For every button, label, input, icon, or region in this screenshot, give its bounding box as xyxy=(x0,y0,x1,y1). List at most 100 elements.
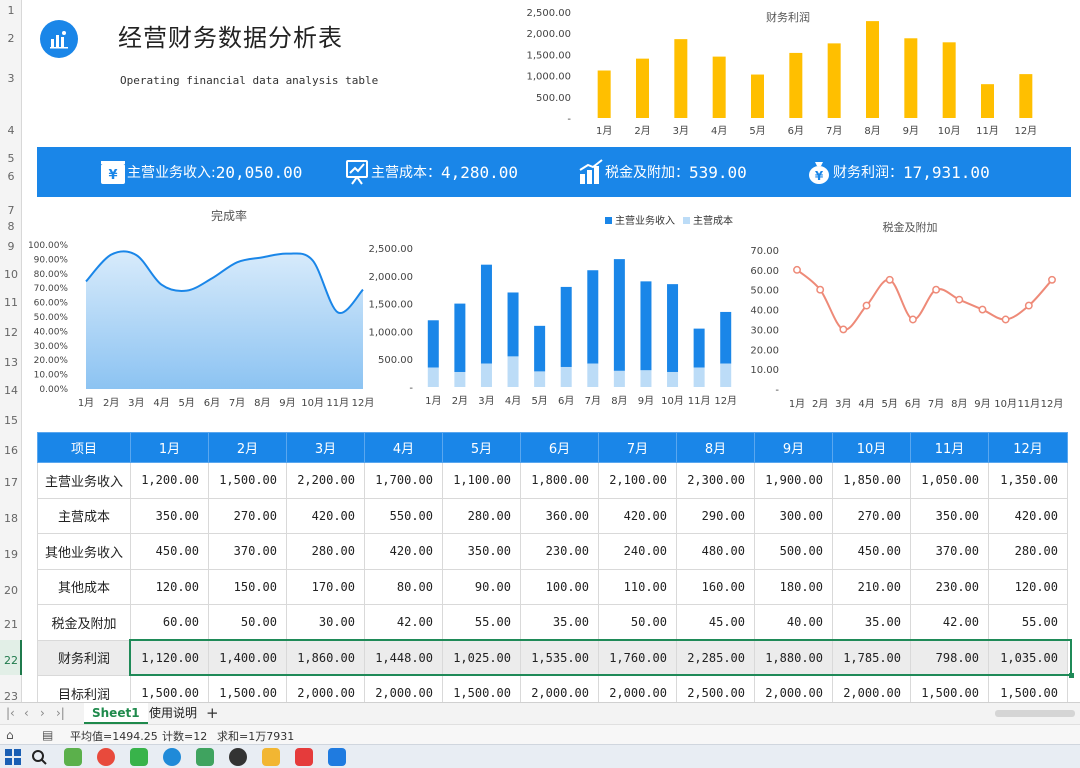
value-cell[interactable]: 110.00 xyxy=(598,568,677,605)
windows-start-icon[interactable] xyxy=(4,748,22,766)
row-number[interactable]: 10 xyxy=(0,268,22,281)
row-number[interactable]: 19 xyxy=(0,548,22,561)
value-cell[interactable]: 1,500.00 xyxy=(208,462,287,499)
app-icon-5[interactable] xyxy=(196,748,214,766)
horizontal-scrollbar[interactable] xyxy=(995,710,1075,717)
edge-icon[interactable] xyxy=(163,748,181,766)
sheet-tab-instructions[interactable]: 使用说明 xyxy=(141,703,205,724)
value-cell[interactable]: 2,100.00 xyxy=(598,462,677,499)
column-header-month[interactable]: 4月 xyxy=(364,432,443,463)
row-number[interactable]: 4 xyxy=(0,124,22,137)
value-cell[interactable]: 100.00 xyxy=(520,568,599,605)
value-cell[interactable]: 180.00 xyxy=(754,568,833,605)
column-header-month[interactable]: 11月 xyxy=(910,432,989,463)
value-cell[interactable]: 350.00 xyxy=(130,497,209,534)
row-number[interactable]: 15 xyxy=(0,414,22,427)
value-cell[interactable]: 480.00 xyxy=(676,533,755,570)
last-sheet-icon[interactable]: ›| xyxy=(56,706,65,720)
value-cell[interactable]: 1,350.00 xyxy=(988,462,1068,499)
value-cell[interactable]: 1,880.00 xyxy=(754,639,833,676)
column-header-month[interactable]: 2月 xyxy=(208,432,287,463)
value-cell[interactable]: 300.00 xyxy=(754,497,833,534)
value-cell[interactable]: 1,535.00 xyxy=(520,639,599,676)
value-cell[interactable]: 1,760.00 xyxy=(598,639,677,676)
row-number[interactable]: 2 xyxy=(0,32,22,45)
value-cell[interactable]: 1,400.00 xyxy=(208,639,287,676)
row-number[interactable]: 14 xyxy=(0,384,22,397)
value-cell[interactable]: 2,300.00 xyxy=(676,462,755,499)
value-cell[interactable]: 290.00 xyxy=(676,497,755,534)
row-number[interactable]: 17 xyxy=(0,476,22,489)
row-number[interactable]: 1 xyxy=(0,4,22,17)
row-number[interactable]: 9 xyxy=(0,240,22,253)
column-header-month[interactable]: 10月 xyxy=(832,432,911,463)
row-label-cell[interactable]: 财务利润 xyxy=(37,639,131,676)
wps-icon[interactable] xyxy=(295,748,313,766)
value-cell[interactable]: 42.00 xyxy=(364,604,443,641)
prev-sheet-icon[interactable]: ‹ xyxy=(24,706,29,720)
add-sheet-button[interactable]: + xyxy=(206,703,219,723)
row-number[interactable]: 3 xyxy=(0,72,22,85)
column-header-item[interactable]: 项目 xyxy=(37,432,131,463)
value-cell[interactable]: 35.00 xyxy=(520,604,599,641)
chrome-icon[interactable] xyxy=(97,748,115,766)
row-number[interactable]: 5 xyxy=(0,152,22,165)
column-header-month[interactable]: 7月 xyxy=(598,432,677,463)
value-cell[interactable]: 1,448.00 xyxy=(364,639,443,676)
qq-icon[interactable] xyxy=(229,748,247,766)
row-number[interactable]: 21 xyxy=(0,618,22,631)
value-cell[interactable]: 1,700.00 xyxy=(364,462,443,499)
search-icon[interactable] xyxy=(30,748,48,766)
value-cell[interactable]: 30.00 xyxy=(286,604,365,641)
value-cell[interactable]: 1,900.00 xyxy=(754,462,833,499)
row-number[interactable]: 18 xyxy=(0,512,22,525)
value-cell[interactable]: 1,850.00 xyxy=(832,462,911,499)
row-number[interactable]: 7 xyxy=(0,204,22,217)
column-header-month[interactable]: 6月 xyxy=(520,432,599,463)
first-sheet-icon[interactable]: |‹ xyxy=(6,706,15,720)
value-cell[interactable]: 1,785.00 xyxy=(832,639,911,676)
value-cell[interactable]: 50.00 xyxy=(208,604,287,641)
value-cell[interactable]: 1,860.00 xyxy=(286,639,365,676)
value-cell[interactable]: 280.00 xyxy=(442,497,521,534)
column-header-month[interactable]: 5月 xyxy=(442,432,521,463)
value-cell[interactable]: 450.00 xyxy=(130,533,209,570)
row-number[interactable]: 22 xyxy=(0,654,22,667)
row-label-cell[interactable]: 税金及附加 xyxy=(37,604,131,641)
row-number[interactable]: 13 xyxy=(0,356,22,369)
value-cell[interactable]: 80.00 xyxy=(364,568,443,605)
value-cell[interactable]: 1,100.00 xyxy=(442,462,521,499)
row-number[interactable]: 12 xyxy=(0,326,22,339)
app-icon-3[interactable] xyxy=(130,748,148,766)
value-cell[interactable]: 450.00 xyxy=(832,533,911,570)
value-cell[interactable]: 230.00 xyxy=(520,533,599,570)
value-cell[interactable]: 1,035.00 xyxy=(988,639,1068,676)
value-cell[interactable]: 280.00 xyxy=(988,533,1068,570)
value-cell[interactable]: 42.00 xyxy=(910,604,989,641)
value-cell[interactable]: 350.00 xyxy=(442,533,521,570)
value-cell[interactable]: 500.00 xyxy=(754,533,833,570)
value-cell[interactable]: 35.00 xyxy=(832,604,911,641)
value-cell[interactable]: 420.00 xyxy=(286,497,365,534)
value-cell[interactable]: 40.00 xyxy=(754,604,833,641)
row-number[interactable]: 6 xyxy=(0,170,22,183)
row-label-cell[interactable]: 主营业务收入 xyxy=(37,462,131,499)
macro-icon[interactable]: ⌂ xyxy=(6,728,14,742)
value-cell[interactable]: 420.00 xyxy=(598,497,677,534)
app-icon-1[interactable] xyxy=(64,748,82,766)
column-header-month[interactable]: 9月 xyxy=(754,432,833,463)
value-cell[interactable]: 55.00 xyxy=(988,604,1068,641)
app-icon-9[interactable] xyxy=(328,748,346,766)
value-cell[interactable]: 170.00 xyxy=(286,568,365,605)
value-cell[interactable]: 50.00 xyxy=(598,604,677,641)
value-cell[interactable]: 45.00 xyxy=(676,604,755,641)
value-cell[interactable]: 370.00 xyxy=(208,533,287,570)
row-number[interactable]: 16 xyxy=(0,444,22,457)
value-cell[interactable]: 270.00 xyxy=(208,497,287,534)
file-explorer-icon[interactable] xyxy=(262,748,280,766)
table-view-icon[interactable]: ▤ xyxy=(42,728,53,742)
column-header-month[interactable]: 1月 xyxy=(130,432,209,463)
value-cell[interactable]: 550.00 xyxy=(364,497,443,534)
value-cell[interactable]: 55.00 xyxy=(442,604,521,641)
value-cell[interactable]: 798.00 xyxy=(910,639,989,676)
